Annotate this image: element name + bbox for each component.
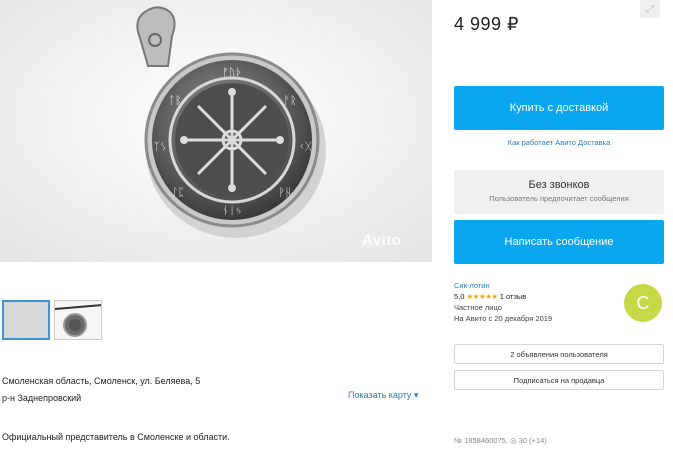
thumbnail-strip xyxy=(2,300,102,340)
subscribe-button[interactable]: Подписаться на продавца xyxy=(454,370,664,390)
address: Смоленская область, Смоленск, ул. Беляев… xyxy=(2,373,272,407)
no-calls-title: Без звонков xyxy=(528,179,590,191)
main-photo[interactable]: ᚠᚢᚦ ᚨᚱ ᚲᚷ ᚹᚺ ᚾᛁᛃ ᛇᛈ ᛉᛊ ᛏᛒ Avito xyxy=(0,0,432,262)
price: 4 999 ₽ xyxy=(454,14,519,34)
svg-text:ᚠᚢᚦ: ᚠᚢᚦ xyxy=(222,66,242,79)
show-map-link[interactable]: Показать карту ▾ xyxy=(348,390,418,401)
svg-text:ᛏᛒ: ᛏᛒ xyxy=(168,94,181,107)
rating-value: 5,0 xyxy=(454,292,465,301)
seller-type: Частное лицо xyxy=(454,303,502,312)
seller-since: На Авито с 20 декабря 2019 xyxy=(454,314,553,323)
thumbnail-2[interactable] xyxy=(54,300,102,340)
buy-with-delivery-button[interactable]: Купить с доставкой xyxy=(454,86,664,130)
avito-watermark: Avito xyxy=(362,232,402,249)
expand-icon[interactable]: ⤢ xyxy=(640,0,660,18)
user-ads-button[interactable]: 2 объявления пользователя xyxy=(454,344,664,364)
thumbnail-pendant-image xyxy=(55,304,101,337)
svg-text:ᚲᚷ: ᚲᚷ xyxy=(298,140,312,153)
seller-rating: 5,0 ★★★★★ 1 отзыв xyxy=(454,291,624,302)
pendant-image: ᚠᚢᚦ ᚨᚱ ᚲᚷ ᚹᚺ ᚾᛁᛃ ᛇᛈ ᛉᛊ ᛏᛒ xyxy=(0,0,432,262)
item-number-views: № 1858460075, ◎ 30 (+14) xyxy=(454,436,547,445)
no-calls-subtitle: Пользователь предпочитает сообщения xyxy=(489,194,629,203)
rating-stars-icon: ★★★★★ xyxy=(466,292,499,301)
delivery-info-link[interactable]: Как работает Авито Доставка xyxy=(454,138,664,147)
description: Официальный представитель в Смоленске и … xyxy=(2,432,230,442)
svg-text:ᚨᚱ: ᚨᚱ xyxy=(283,94,296,107)
write-message-button[interactable]: Написать сообщение xyxy=(454,220,664,264)
address-line-1: Смоленская область, Смоленск, ул. Беляев… xyxy=(2,376,201,386)
svg-text:ᚹᚺ: ᚹᚺ xyxy=(278,186,291,199)
svg-text:ᛇᛈ: ᛇᛈ xyxy=(171,186,184,199)
svg-text:ᛉᛊ: ᛉᛊ xyxy=(153,140,166,153)
svg-text:ᚾᛁᛃ: ᚾᛁᛃ xyxy=(222,204,242,217)
no-calls-button[interactable]: Без звонков Пользователь предпочитает со… xyxy=(454,170,664,214)
address-district: р-н Заднепровский xyxy=(2,393,82,403)
seller-name[interactable]: Сик-лотин xyxy=(454,280,624,291)
seller-info: Сик-лотин 5,0 ★★★★★ 1 отзыв Частное лицо… xyxy=(454,280,624,324)
thumbnail-1[interactable] xyxy=(2,300,50,340)
avatar[interactable]: C xyxy=(624,284,662,322)
reviews-link[interactable]: 1 отзыв xyxy=(500,292,527,301)
